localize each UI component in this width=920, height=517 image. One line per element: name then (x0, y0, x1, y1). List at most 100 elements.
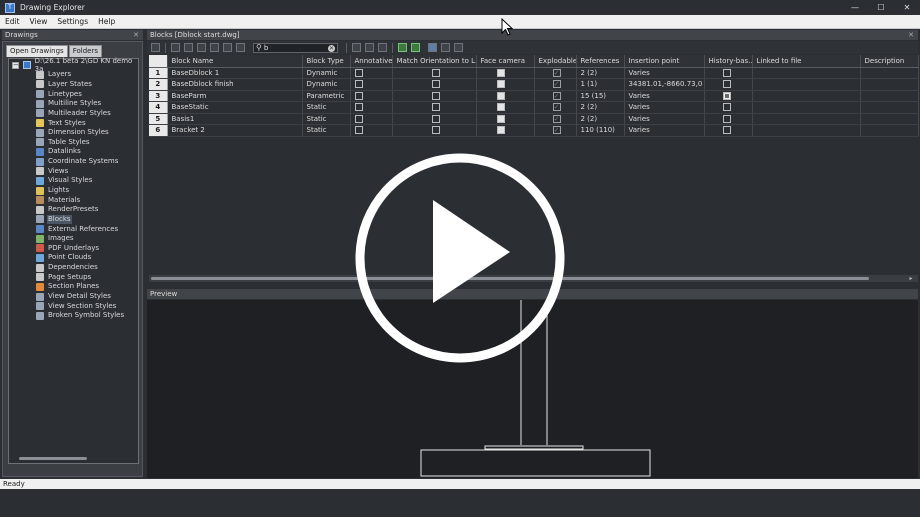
rename-icon[interactable] (210, 43, 219, 52)
match-orientation-checkbox[interactable] (431, 91, 440, 100)
tree-item-table-styles[interactable]: Table Styles (9, 137, 138, 147)
face-camera-checkbox[interactable] (496, 91, 505, 100)
maximize-icon[interactable]: ☐ (868, 0, 894, 15)
tree-root[interactable]: − D:\26.1 beta 2\GD KN demo 3a (9, 57, 138, 73)
scroll-right-icon[interactable]: ▸ (906, 275, 916, 282)
tree-item-section-planes[interactable]: Section Planes (9, 282, 138, 292)
details-view-icon[interactable] (398, 43, 407, 52)
close-panel-icon[interactable]: ✕ (908, 30, 914, 40)
table-row[interactable]: 6Bracket 2Static 110 (110)Varies (149, 124, 919, 137)
annotative-checkbox[interactable] (354, 68, 363, 77)
column-header[interactable]: Explodable (534, 55, 577, 68)
annotative-checkbox[interactable] (354, 114, 363, 123)
list-view-icon[interactable] (428, 43, 437, 52)
close-icon[interactable]: ✕ (894, 0, 920, 15)
table-row[interactable]: 3BaseParmParametric 15 (15)Varies (149, 90, 919, 102)
column-header[interactable]: Description (860, 55, 919, 68)
column-header[interactable]: Face camera (476, 55, 535, 68)
tree-view-icon[interactable] (454, 43, 463, 52)
purge-icon[interactable] (171, 43, 180, 52)
face-camera-checkbox[interactable] (496, 126, 505, 135)
explodable-checkbox[interactable] (552, 126, 561, 135)
copy-to-drawing-icon[interactable] (365, 43, 374, 52)
grid-horizontal-scrollbar[interactable] (151, 277, 869, 280)
history-based-checkbox[interactable] (722, 114, 731, 123)
tree-item-visual-styles[interactable]: Visual Styles (9, 176, 138, 186)
filter-icon[interactable] (352, 43, 361, 52)
insert-icon[interactable] (223, 43, 232, 52)
tree-item-dependencies[interactable]: Dependencies (9, 263, 138, 273)
history-based-checkbox[interactable] (722, 103, 731, 112)
tree-item-images[interactable]: Images (9, 234, 138, 244)
column-header[interactable]: Insertion point (624, 55, 705, 68)
search-box[interactable]: ⚲ b ✕ (253, 42, 338, 53)
thumbnail-view-icon[interactable] (441, 43, 450, 52)
paste-icon[interactable] (378, 43, 387, 52)
menu-edit[interactable]: Edit (0, 15, 25, 29)
match-orientation-checkbox[interactable] (431, 114, 440, 123)
copy-icon[interactable] (184, 43, 193, 52)
column-header[interactable]: References (576, 55, 625, 68)
annotative-checkbox[interactable] (354, 103, 363, 112)
tree-item-lights[interactable]: Lights (9, 186, 138, 196)
face-camera-checkbox[interactable] (496, 103, 505, 112)
tree-item-datalinks[interactable]: Datalinks (9, 147, 138, 157)
column-header[interactable]: Annotative (350, 55, 393, 68)
history-based-checkbox[interactable] (722, 68, 731, 77)
tree-horizontal-scrollbar[interactable] (19, 457, 87, 460)
menu-help[interactable]: Help (93, 15, 120, 29)
tree-item-view-section-styles[interactable]: View Section Styles (9, 301, 138, 311)
match-orientation-checkbox[interactable] (431, 68, 440, 77)
annotative-checkbox[interactable] (354, 126, 363, 135)
tree-item-materials[interactable]: Materials (9, 195, 138, 205)
annotative-checkbox[interactable] (354, 80, 363, 89)
tree-item-views[interactable]: Views (9, 166, 138, 176)
tree-item-point-clouds[interactable]: Point Clouds (9, 253, 138, 263)
annotative-checkbox[interactable] (354, 91, 363, 100)
column-header[interactable]: Match Orientation to L... (392, 55, 477, 68)
face-camera-checkbox[interactable] (496, 114, 505, 123)
match-orientation-checkbox[interactable] (431, 80, 440, 89)
tree-item-multiline-styles[interactable]: Multiline Styles (9, 99, 138, 109)
tree-item-page-setups[interactable]: Page Setups (9, 272, 138, 282)
table-row[interactable]: 4BaseStaticStatic 2 (2)Varies (149, 101, 919, 114)
column-header[interactable]: History-bas... (704, 55, 753, 68)
face-camera-checkbox[interactable] (496, 80, 505, 89)
tree-item-coordinate-systems[interactable]: Coordinate Systems (9, 157, 138, 167)
match-orientation-checkbox[interactable] (431, 126, 440, 135)
explodable-checkbox[interactable] (552, 91, 561, 100)
table-row[interactable]: 1BaseDblock 1Dynamic 2 (2)Varies (149, 67, 919, 79)
history-based-checkbox[interactable] (722, 91, 731, 100)
column-header[interactable] (149, 55, 168, 68)
tree-item-pdf-underlays[interactable]: PDF Underlays (9, 244, 138, 254)
tree-item-external-references[interactable]: External References (9, 224, 138, 234)
column-header[interactable]: Block Name (167, 55, 303, 68)
menu-settings[interactable]: Settings (52, 15, 93, 29)
face-camera-checkbox[interactable] (496, 68, 505, 77)
clear-search-icon[interactable]: ✕ (328, 44, 335, 52)
export-icon[interactable] (236, 43, 245, 52)
explodable-checkbox[interactable] (552, 80, 561, 89)
minimize-icon[interactable]: — (842, 0, 868, 15)
explodable-checkbox[interactable] (552, 114, 561, 123)
tree-item-dimension-styles[interactable]: Dimension Styles (9, 128, 138, 138)
tree-item-text-styles[interactable]: Text Styles (9, 118, 138, 128)
tree-item-renderpresets[interactable]: RenderPresets (9, 205, 138, 215)
menu-view[interactable]: View (25, 15, 53, 29)
explodable-checkbox[interactable] (552, 68, 561, 77)
tab-folders[interactable]: Folders (68, 45, 102, 57)
search-input[interactable]: b (264, 44, 268, 52)
tree-item-layer-states[interactable]: Layer States (9, 80, 138, 90)
tab-open-drawings[interactable]: Open Drawings (6, 45, 68, 57)
history-based-checkbox[interactable] (722, 126, 731, 135)
column-header[interactable]: Block Type (302, 55, 351, 68)
tree-item-broken-symbol-styles[interactable]: Broken Symbol Styles (9, 311, 138, 321)
tree-item-blocks[interactable]: Blocks (9, 214, 138, 225)
collapse-icon[interactable]: − (12, 61, 19, 69)
tree-item-multileader-styles[interactable]: Multileader Styles (9, 109, 138, 119)
edit-block-icon[interactable] (197, 43, 206, 52)
table-row[interactable]: 2BaseDblock finishDynamic 1 (1)34381.01,-… (149, 78, 919, 91)
table-row[interactable]: 5Basis1Static 2 (2)Varies (149, 113, 919, 125)
match-orientation-checkbox[interactable] (431, 103, 440, 112)
refresh-icon[interactable] (411, 43, 420, 52)
